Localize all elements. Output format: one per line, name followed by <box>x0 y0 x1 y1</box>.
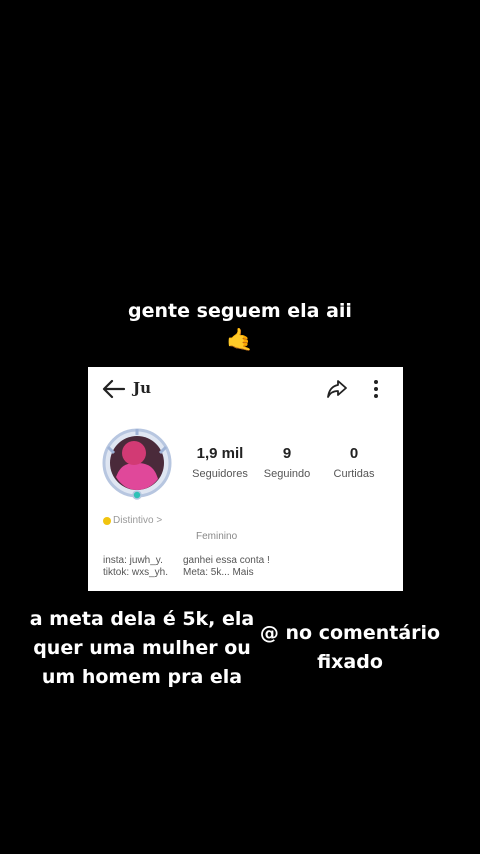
badge-link[interactable]: Distintivo > <box>103 515 162 526</box>
profile-card: Ju 1,9 mil Seguidores 9 Seguindo 0 Curti… <box>88 367 403 591</box>
caption-left: a meta dela é 5k, ela quer uma mulher ou… <box>29 608 255 688</box>
more-icon[interactable] <box>369 378 383 400</box>
caption-right: @ no comentário fixado <box>259 622 441 673</box>
share-icon[interactable] <box>326 378 348 400</box>
avatar[interactable] <box>102 427 172 501</box>
followers-count: 1,9 mil <box>196 445 244 462</box>
gender-tag: Feminino <box>196 531 238 542</box>
likes-count: 0 <box>349 445 359 462</box>
bio-right[interactable]: ganhei essa conta ! Meta: 5k... Mais <box>183 555 270 579</box>
bio-left: insta: juwh_y. tiktok: wxs_yh. <box>103 555 168 579</box>
caption-top: gente seguem ela aii 🤙 <box>0 297 480 356</box>
likes-stat[interactable]: 0 Curtidas <box>324 445 384 480</box>
followers-stat[interactable]: 1,9 mil Seguidores <box>186 445 254 480</box>
bio-line: ganhei essa conta ! <box>183 555 270 566</box>
profile-username: Ju <box>133 379 152 397</box>
likes-label: Curtidas <box>333 468 375 480</box>
followers-label: Seguidores <box>192 468 248 480</box>
bio-line: insta: juwh_y. <box>103 555 163 566</box>
bio-line: tiktok: wxs_yh. <box>103 567 169 578</box>
badge-icon <box>103 516 111 525</box>
back-arrow-icon[interactable] <box>102 379 126 399</box>
bio-line: Meta: 5k... Mais <box>183 567 254 578</box>
call-me-hand-emoji: 🤙 <box>226 328 254 353</box>
following-count: 9 <box>282 445 292 462</box>
following-label: Seguindo <box>263 468 311 480</box>
following-stat[interactable]: 9 Seguindo <box>256 445 318 480</box>
caption-top-text: gente seguem ela aii <box>128 300 352 322</box>
badge-label: Distintivo > <box>113 515 163 526</box>
